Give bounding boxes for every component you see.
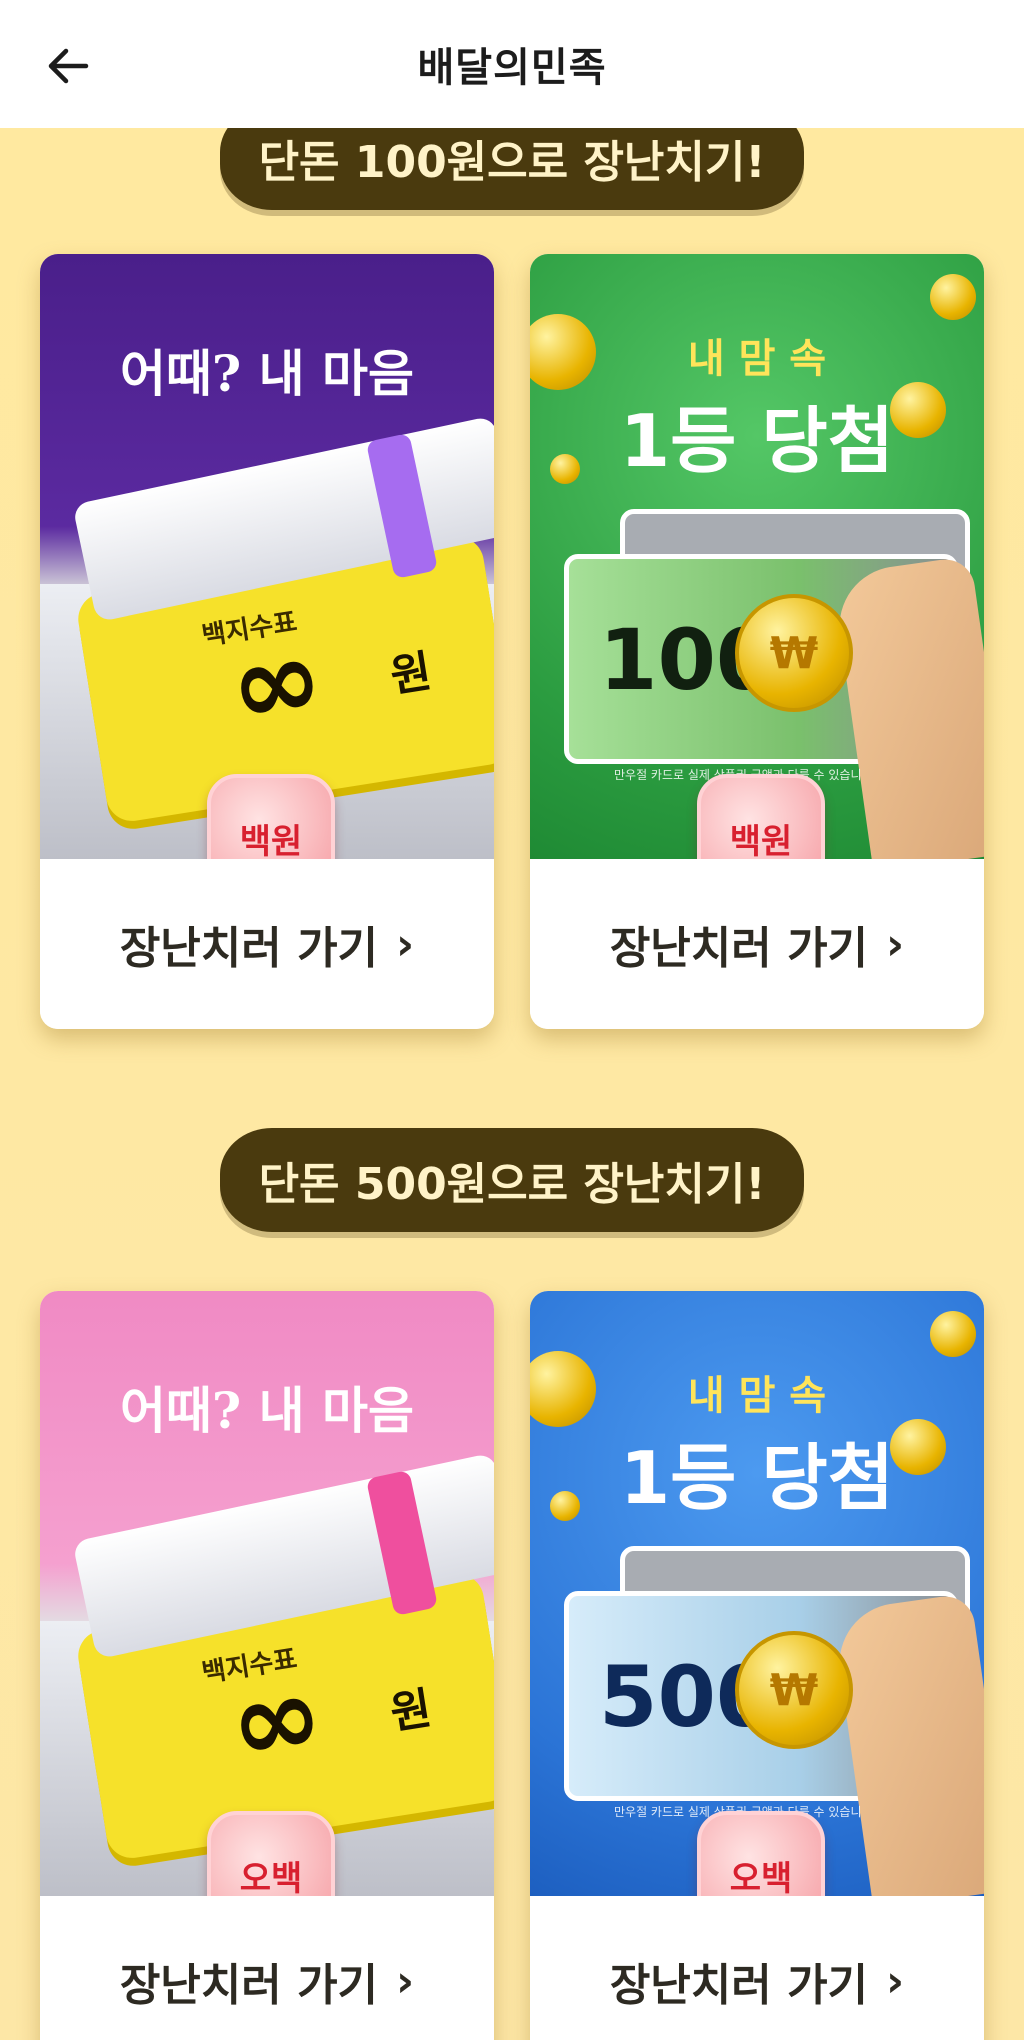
- coin-icon: [930, 1311, 976, 1357]
- card-footer: 장난치러 가기 ›: [40, 859, 494, 1029]
- section-heading-100: 단돈 100원으로 장난치기!: [220, 128, 804, 210]
- card-illustration: 내 맘 속 1등 당첨 100 ₩ 만우절 카드로 실제 상품권 금액과 다를 …: [530, 254, 984, 859]
- infinity-amount: ∞: [220, 611, 332, 753]
- card-illustration: 내 맘 속 1등 당첨 500 ₩ 만우절 카드로 실제 상품권 금액과 다를 …: [530, 1291, 984, 1896]
- prank-card-blue-500[interactable]: 내 맘 속 1등 당첨 500 ₩ 만우절 카드로 실제 상품권 금액과 다를 …: [530, 1291, 984, 2040]
- prank-card-purple-100[interactable]: 어때? 내 마음 백지수표 ∞ 원 백원 장난치러 가기 ›: [40, 254, 494, 1029]
- hand-shape: [831, 1592, 984, 1896]
- page-title: 배달의민족: [417, 45, 607, 91]
- chevron-right-icon: ›: [396, 1955, 415, 2007]
- card-illustration: 어때? 내 마음 백지수표 ∞ 원 오백: [40, 1291, 494, 1896]
- won-coin-icon: ₩: [735, 594, 853, 712]
- card-headline: 1등 당첨: [620, 399, 894, 483]
- card-headline: 어때? 내 마음: [119, 344, 415, 403]
- go-prank-button[interactable]: 장난치러 가기 ›: [610, 1949, 904, 2013]
- card-footer: 장난치러 가기 ›: [530, 859, 984, 1029]
- back-button[interactable]: [40, 38, 96, 94]
- go-prank-button[interactable]: 장난치러 가기 ›: [610, 912, 904, 976]
- cta-label: 장난치러 가기: [119, 923, 379, 974]
- price-badge: 오백: [207, 1811, 335, 1896]
- card-illustration: 어때? 내 마음 백지수표 ∞ 원 백원: [40, 254, 494, 859]
- prank-card-green-100[interactable]: 내 맘 속 1등 당첨 100 ₩ 만우절 카드로 실제 상품권 금액과 다를 …: [530, 254, 984, 1029]
- price-badge: 백원: [207, 774, 335, 859]
- card-headline: 1등 당첨: [620, 1436, 894, 1520]
- card-footer: 장난치러 가기 ›: [40, 1896, 494, 2040]
- won-unit: 원: [386, 1682, 435, 1740]
- arrow-left-icon: [48, 48, 89, 84]
- hand-shape: [831, 555, 984, 859]
- coin-icon: [930, 274, 976, 320]
- section-heading-500: 단돈 500원으로 장난치기!: [220, 1128, 804, 1232]
- card-subheadline: 내 맘 속: [687, 336, 827, 382]
- card-headline: 어때? 내 마음: [119, 1381, 415, 1440]
- top-bar: 배달의민족: [0, 0, 1024, 128]
- chevron-right-icon: ›: [396, 918, 415, 970]
- card-subheadline: 내 맘 속: [687, 1373, 827, 1419]
- won-coin-icon: ₩: [735, 1631, 853, 1749]
- cta-label: 장난치러 가기: [609, 923, 869, 974]
- won-unit: 원: [386, 645, 435, 703]
- chevron-right-icon: ›: [886, 1955, 905, 2007]
- price-badge: 오백: [697, 1811, 825, 1896]
- go-prank-button[interactable]: 장난치러 가기 ›: [120, 912, 414, 976]
- cta-label: 장난치러 가기: [119, 1960, 379, 2011]
- infinity-amount: ∞: [220, 1648, 332, 1790]
- card-footer: 장난치러 가기 ›: [530, 1896, 984, 2040]
- go-prank-button[interactable]: 장난치러 가기 ›: [120, 1949, 414, 2013]
- price-badge: 백원: [697, 774, 825, 859]
- cta-label: 장난치러 가기: [609, 1960, 869, 2011]
- chevron-right-icon: ›: [886, 918, 905, 970]
- prank-card-pink-500[interactable]: 어때? 내 마음 백지수표 ∞ 원 오백 장난치러 가기 ›: [40, 1291, 494, 2040]
- content-area: 단돈 100원으로 장난치기! 어때? 내 마음 백지수표 ∞ 원 백원 장난치…: [0, 128, 1024, 2040]
